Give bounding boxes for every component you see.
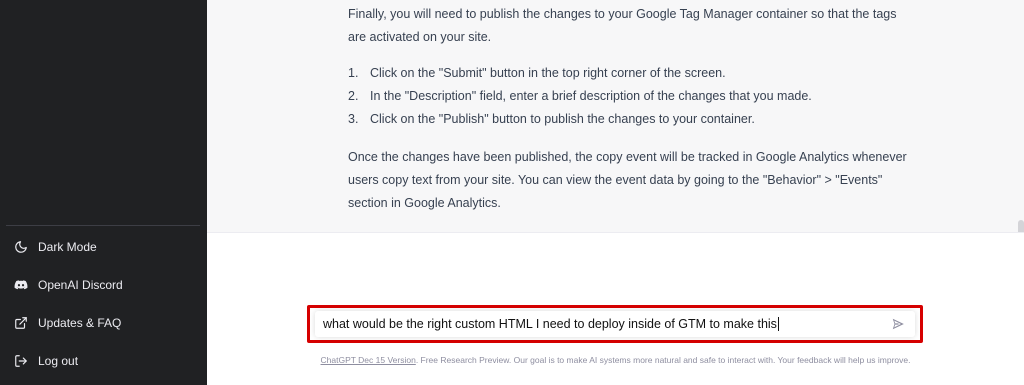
step-number: 3. <box>348 112 359 126</box>
step-text: In the "Description" field, enter a brie… <box>370 89 812 103</box>
prompt-input[interactable]: what would be the right custom HTML I ne… <box>315 311 915 337</box>
logout-icon <box>14 354 28 368</box>
message-paragraph: Finally, you will need to publish the ch… <box>348 7 897 44</box>
footer-text: . Free Research Preview. Our goal is to … <box>415 355 911 365</box>
list-item: 3. Click on the "Publish" button to publ… <box>348 108 908 131</box>
sidebar-item-updates-faq[interactable]: Updates & FAQ <box>14 308 200 338</box>
list-item: 1. Click on the "Submit" button in the t… <box>348 62 908 85</box>
sidebar: Dark Mode OpenAI Discord Updates & FAQ L… <box>0 0 207 385</box>
prompt-highlight-box: what would be the right custom HTML I ne… <box>307 305 923 343</box>
step-number: 1. <box>348 66 359 80</box>
step-text: Click on the "Submit" button in the top … <box>370 66 726 80</box>
sidebar-item-dark-mode[interactable]: Dark Mode <box>14 232 200 262</box>
discord-icon <box>14 278 28 292</box>
message-paragraph: Once the changes have been published, th… <box>348 150 907 210</box>
sidebar-item-label: Log out <box>38 354 79 368</box>
text-caret <box>777 317 779 331</box>
prompt-input-text[interactable]: what would be the right custom HTML I ne… <box>323 317 777 331</box>
sidebar-item-log-out[interactable]: Log out <box>14 346 200 376</box>
main-panel: Finally, you will need to publish the ch… <box>207 0 1024 385</box>
step-number: 2. <box>348 89 359 103</box>
steps-list: 1. Click on the "Submit" button in the t… <box>348 62 908 131</box>
version-link[interactable]: ChatGPT Dec 15 Version <box>321 355 416 365</box>
external-link-icon <box>14 316 28 330</box>
assistant-message: Finally, you will need to publish the ch… <box>207 0 1024 232</box>
step-text: Click on the "Publish" button to publish… <box>370 112 755 126</box>
send-icon[interactable] <box>891 317 905 331</box>
composer: what would be the right custom HTML I ne… <box>207 232 1024 385</box>
footer-disclaimer: ChatGPT Dec 15 Version. Free Research Pr… <box>207 355 1024 365</box>
moon-icon <box>14 240 28 254</box>
sidebar-divider <box>6 225 200 226</box>
sidebar-item-openai-discord[interactable]: OpenAI Discord <box>14 270 200 300</box>
list-item: 2. In the "Description" field, enter a b… <box>348 85 908 108</box>
sidebar-item-label: Dark Mode <box>38 240 97 254</box>
sidebar-item-label: OpenAI Discord <box>38 278 123 292</box>
sidebar-item-label: Updates & FAQ <box>38 316 122 330</box>
